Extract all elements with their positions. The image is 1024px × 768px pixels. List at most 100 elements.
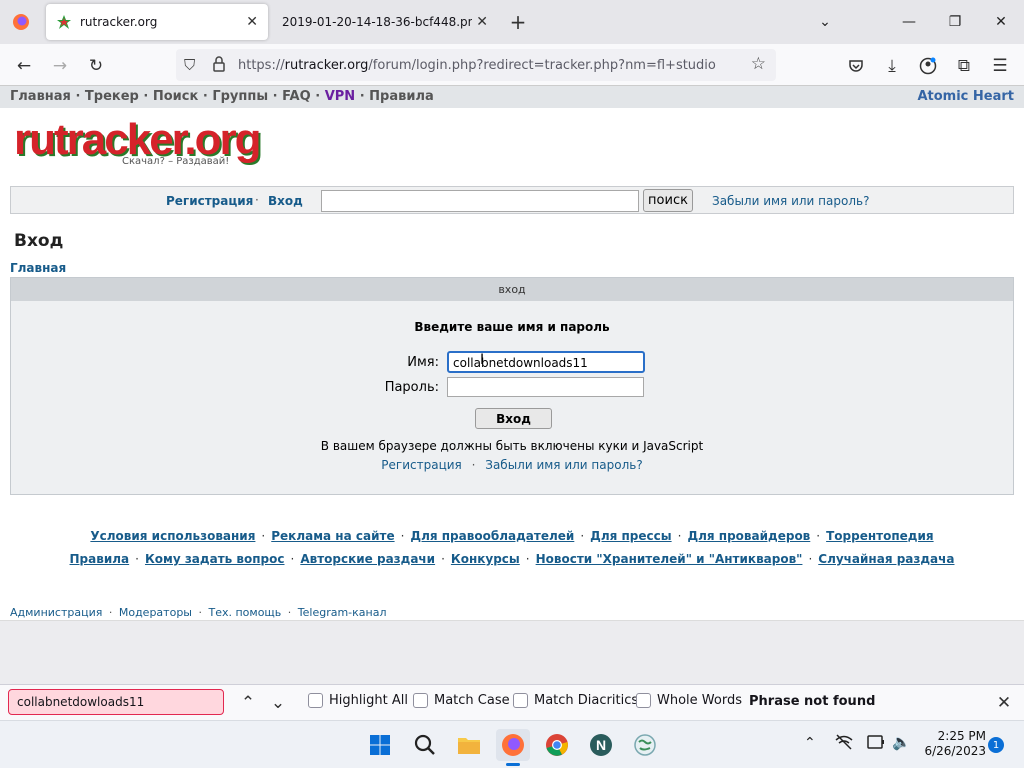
register-link[interactable]: Регистрация [166,194,253,208]
separator-dot: · [255,193,259,207]
panel-links: Регистрация · Забыли имя или пароль? [11,458,1013,472]
url-bar[interactable]: ⛉ https://rutracker.org/forum/login.php?… [176,49,776,81]
login-submit-button[interactable]: Вход [475,408,552,429]
account-icon[interactable] [914,52,942,80]
close-tab-icon[interactable]: ✕ [476,14,488,30]
find-bar: collabnetdowloads11 ⌃ ⌄ Highlight All Ma… [0,684,1024,720]
forgot-password-link[interactable]: Забыли имя или пароль? [712,194,869,208]
shield-icon[interactable]: ⛉ [184,56,195,74]
login-link[interactable]: Вход [268,194,303,208]
close-window-icon[interactable]: ✕ [978,8,1024,36]
extensions-icon[interactable]: ⧉ [950,52,978,80]
footer-link-ask[interactable]: Кому задать вопрос [145,552,285,566]
text-cursor-icon: I [480,352,485,368]
login-panel-header: вход [11,278,1013,301]
active-app-indicator [506,763,520,766]
firefox-menu-icon[interactable] [6,8,36,36]
list-all-tabs-icon[interactable]: ⌄ [802,8,848,36]
find-input[interactable]: collabnetdowloads11 [8,689,224,715]
admin-link-tech-help[interactable]: Тех. помощь [208,606,281,619]
footer-link-press[interactable]: Для прессы [590,529,671,543]
back-icon[interactable]: ← [10,52,38,80]
menu-item-search[interactable]: Поиск [153,89,198,104]
find-previous-icon[interactable]: ⌃ [234,689,262,717]
bookmark-star-icon[interactable]: ☆ [751,54,766,74]
breadcrumb-home[interactable]: Главная [10,261,66,275]
admin-link-moderators[interactable]: Модераторы [119,606,192,619]
password-label: Пароль: [384,380,439,395]
footer-row-2: Правила · Кому задать вопрос · Авторские раз… [0,550,1024,573]
show-hidden-icons-icon[interactable]: ⌃ [804,735,816,751]
footer-link-author-releases[interactable]: Авторские раздачи [300,552,435,566]
network-off-icon[interactable] [834,733,854,754]
logo-slogan: Скачал? – Раздавай! [122,156,230,167]
restore-icon[interactable]: ❐ [932,8,978,36]
tab-image[interactable]: 2019-01-20-14-18-36-bcf448.png (P ✕ [272,4,498,40]
battery-icon[interactable] [866,733,888,754]
menu-item-home[interactable]: Главная [10,89,71,104]
footer-separator: · [677,529,682,543]
tab-rutracker[interactable]: rutracker.org ✕ [46,4,268,40]
menu-item-groups[interactable]: Группы [212,89,268,104]
username-field[interactable]: collabnetdownloads11 [447,351,645,373]
footer-link-rules[interactable]: Правила [70,552,130,566]
new-tab-icon[interactable]: + [504,8,532,36]
menu-item-vpn[interactable]: VPN [325,89,355,104]
admin-link-telegram[interactable]: Telegram-канал [298,606,387,619]
downloads-icon[interactable]: ⤓ [878,52,906,80]
firefox-taskbar-icon[interactable] [496,729,530,761]
minimize-icon[interactable]: — [886,8,932,36]
tab-title: rutracker.org [80,15,158,29]
checkbox-box [513,693,528,708]
notification-badge[interactable]: 1 [988,737,1004,753]
page-title: Вход [14,231,64,251]
footer-link-rightholders[interactable]: Для правообладателей [410,529,574,543]
site-top-menu: Главная · Трекер · Поиск · Группы · FAQ … [0,86,1024,108]
footer-links: Условия использования · Реклама на сайте · Д… [0,527,1024,573]
checkbox-box [413,693,428,708]
password-field[interactable] [447,377,644,397]
close-find-bar-icon[interactable]: ✕ [990,689,1018,717]
admin-link-administration[interactable]: Администрация [10,606,102,619]
clock[interactable]: 2:25 PM 6/26/2023 [916,729,986,759]
site-logo[interactable]: rutracker.org Скачал? – Раздавай! [14,118,261,172]
match-diacritics-checkbox[interactable]: Match Diacritics [513,693,638,708]
page-bottom-area [0,620,1024,684]
navigation-toolbar: ← → ↻ ⛉ https://rutracker.org/forum/logi… [0,44,1024,86]
match-case-checkbox[interactable]: Match Case [413,693,510,708]
quick-search-bar: Регистрация · Вход поиск Забыли имя или … [10,186,1014,214]
close-tab-icon[interactable]: ✕ [246,14,258,30]
footer-link-ads[interactable]: Реклама на сайте [271,529,394,543]
atomic-heart-link[interactable]: Atomic Heart [917,89,1014,104]
panel-forgot-link[interactable]: Забыли имя или пароль? [485,458,642,472]
chrome-icon[interactable] [540,729,574,761]
app-globe-icon[interactable] [628,729,662,761]
volume-icon[interactable]: 🔈 [892,733,911,751]
footer-link-torrentopedia[interactable]: Торрентопедия [826,529,933,543]
menu-separator: · [143,89,149,104]
highlight-all-checkbox[interactable]: Highlight All [308,693,408,708]
admin-links: Администрация · Модераторы · Тех. помощь… [10,606,387,619]
reload-icon[interactable]: ↻ [82,52,110,80]
search-button[interactable]: поиск [643,189,693,212]
lock-icon[interactable] [212,55,226,76]
menu-item-faq[interactable]: FAQ [282,89,311,104]
footer-link-providers[interactable]: Для провайдеров [687,529,810,543]
menu-item-tracker[interactable]: Трекер [85,89,139,104]
app-n-icon[interactable]: N [584,729,618,761]
search-input[interactable] [321,190,639,212]
pocket-icon[interactable] [842,52,870,80]
footer-link-keepers-news[interactable]: Новости "Хранителей" и "Антикваров" [536,552,803,566]
menu-icon[interactable]: ☰ [986,52,1014,80]
footer-link-contests[interactable]: Конкурсы [451,552,520,566]
find-next-icon[interactable]: ⌄ [264,689,292,717]
whole-words-checkbox[interactable]: Whole Words [636,693,742,708]
file-explorer-icon[interactable] [452,729,486,761]
forward-icon[interactable]: → [46,52,74,80]
footer-link-random[interactable]: Случайная раздача [818,552,954,566]
panel-register-link[interactable]: Регистрация [381,458,461,472]
windows-start-icon[interactable] [363,729,397,761]
search-icon[interactable] [408,729,442,761]
footer-link-terms[interactable]: Условия использования [90,529,255,543]
menu-item-rules[interactable]: Правила [369,89,434,104]
